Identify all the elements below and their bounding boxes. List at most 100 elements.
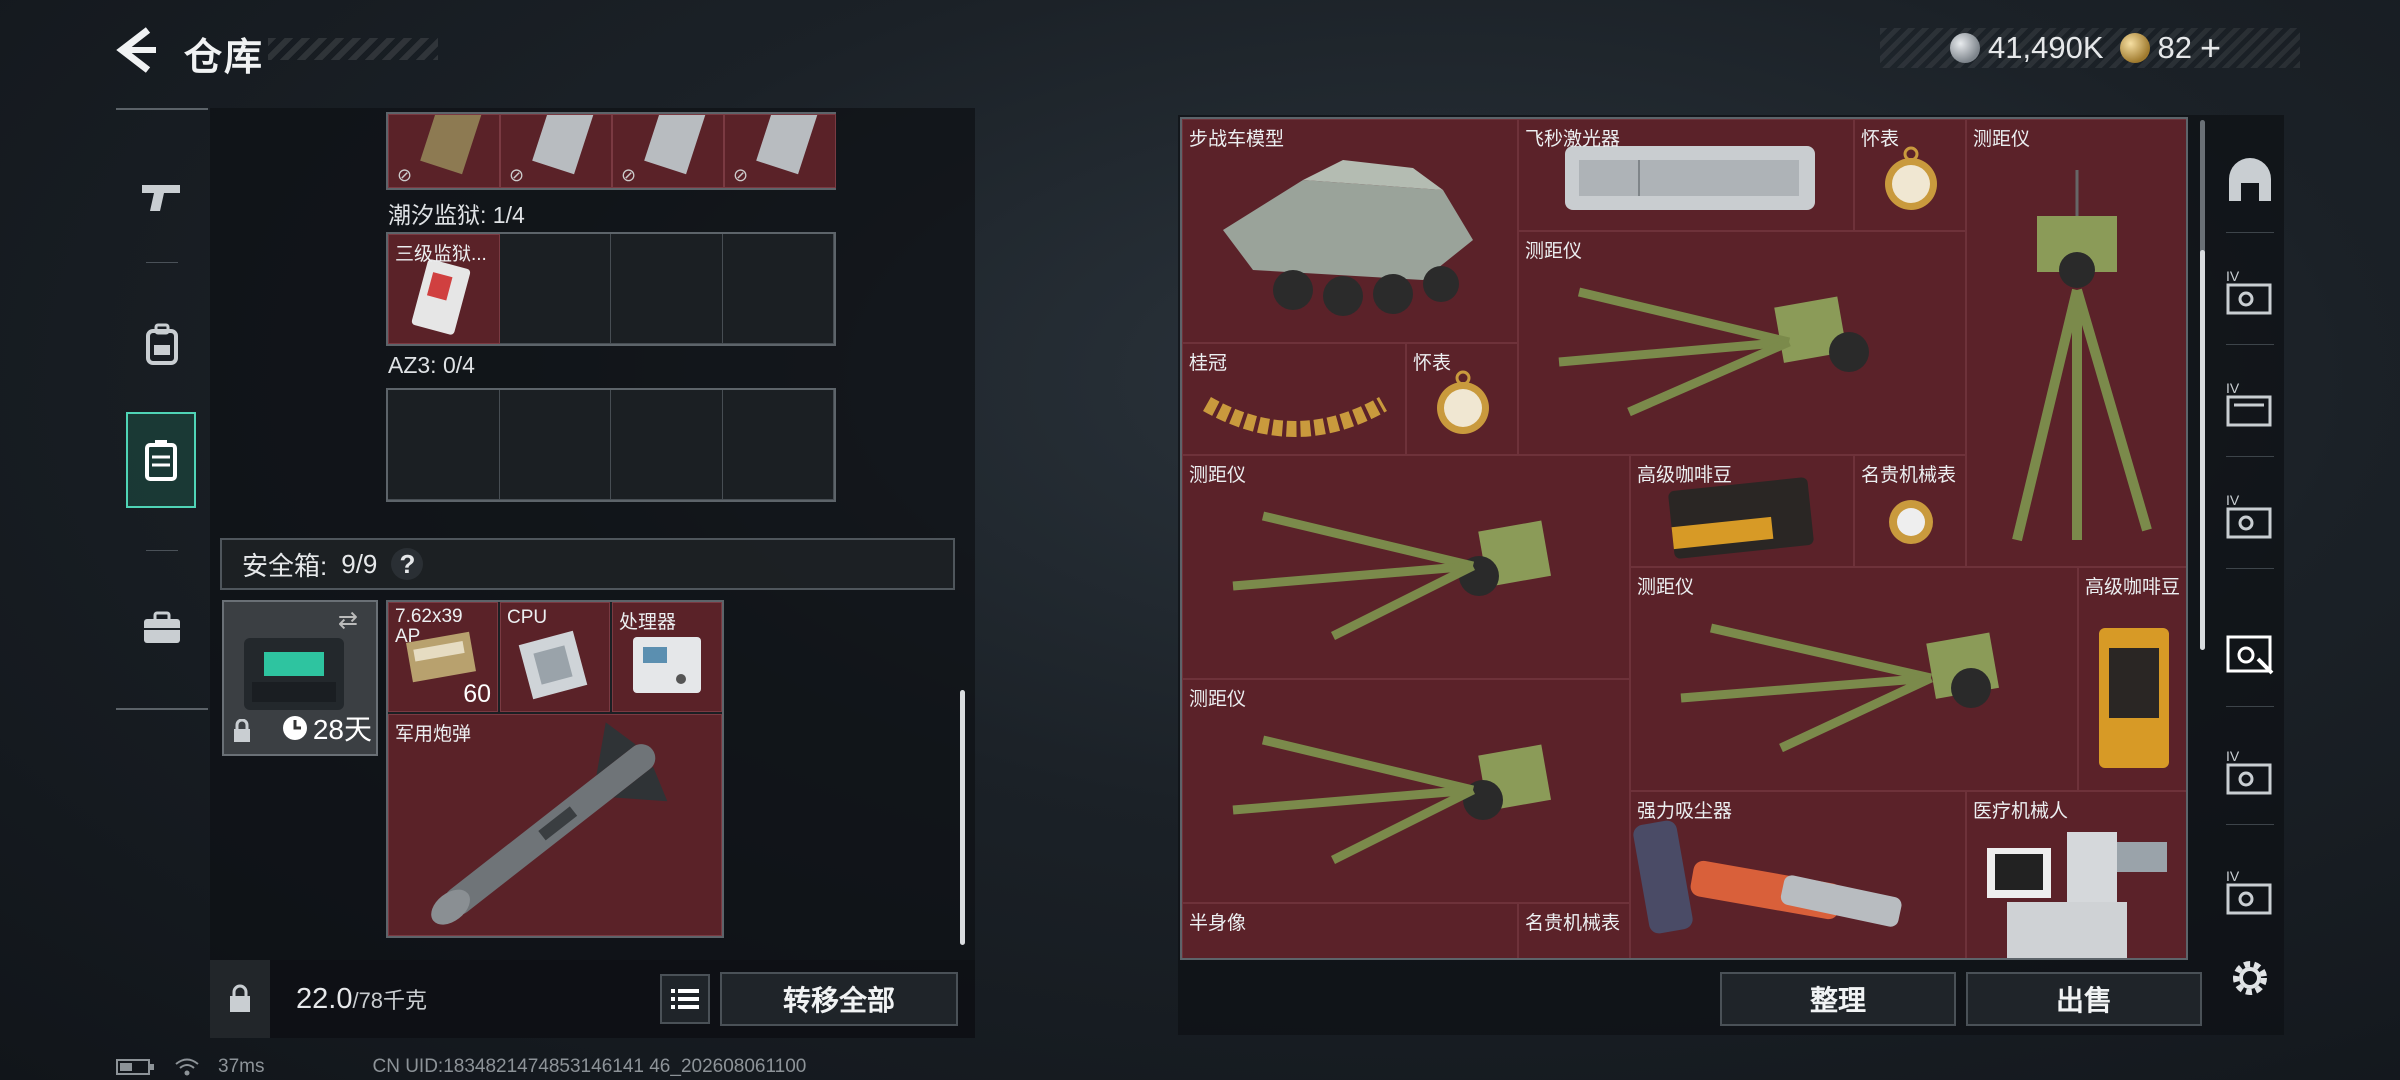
status-bar: 37ms CN UID:1834821474853146141 46_20260… bbox=[116, 1056, 806, 1078]
stash-tab-2[interactable]: IV bbox=[2210, 246, 2290, 338]
rail-item-safe-case[interactable] bbox=[126, 412, 196, 508]
tide-prison-keycard[interactable]: 三级监狱... bbox=[388, 234, 500, 344]
svg-text:IV: IV bbox=[2226, 868, 2240, 884]
svg-text:IV: IV bbox=[2226, 748, 2240, 764]
stash-tab-3[interactable]: IV bbox=[2210, 358, 2290, 450]
safe-box-header: 安全箱: 9/9 ? bbox=[220, 538, 955, 590]
rail-item-backpack[interactable] bbox=[116, 296, 208, 392]
tidy-button[interactable]: 整理 bbox=[1720, 972, 1956, 1026]
gold-amount: 82 bbox=[2157, 30, 2192, 65]
safe-box-count: 9/9 bbox=[341, 548, 378, 579]
missile-item[interactable]: 军用炮弹 bbox=[388, 714, 722, 936]
svg-text:IV: IV bbox=[2226, 268, 2240, 284]
safe-box-label: 安全箱: bbox=[242, 550, 328, 581]
case-iv-icon: IV bbox=[2226, 380, 2272, 427]
case-iv-icon: IV bbox=[2226, 492, 2272, 539]
transfer-all-button[interactable]: 转移全部 bbox=[720, 972, 958, 1026]
dome-icon bbox=[2229, 158, 2271, 201]
stash-item-bust[interactable]: 半身像 bbox=[1182, 903, 1518, 958]
list-view-button[interactable] bbox=[660, 974, 710, 1024]
list-icon bbox=[671, 989, 699, 1009]
stash-item-pocket-watch[interactable]: 怀表 bbox=[1406, 343, 1518, 455]
case-iv-icon: IV bbox=[2226, 268, 2272, 315]
gold-coin-icon bbox=[2119, 33, 2150, 63]
svg-text:⊘: ⊘ bbox=[509, 165, 524, 185]
stash-tab-5-active[interactable] bbox=[2210, 608, 2290, 700]
keycard-item[interactable]: ⊘ bbox=[500, 114, 612, 188]
svg-text:⊘: ⊘ bbox=[733, 165, 748, 185]
stash-scrollbar[interactable] bbox=[2200, 250, 2205, 650]
loadout-scrollbar[interactable] bbox=[960, 690, 965, 945]
stash-tab-7[interactable]: IV bbox=[2210, 846, 2290, 938]
case-iv-icon: IV bbox=[2226, 748, 2272, 795]
processor-item[interactable]: 处理器 bbox=[612, 602, 722, 712]
ping-readout: 37ms bbox=[218, 1056, 265, 1077]
backpack-icon bbox=[146, 323, 178, 365]
stash-item-coffee-beans[interactable]: 高级咖啡豆 bbox=[1630, 455, 1854, 567]
add-currency-button[interactable]: + bbox=[2200, 27, 2221, 69]
uid-readout: CN UID:1834821474853146141 46_2026080611… bbox=[372, 1056, 807, 1077]
back-arrow-icon bbox=[116, 27, 156, 73]
briefcase-icon bbox=[144, 611, 180, 643]
keycard-item[interactable]: ⊘ bbox=[724, 114, 836, 188]
lock-icon bbox=[232, 718, 252, 748]
case-active-icon bbox=[2226, 635, 2274, 675]
wifi-icon bbox=[175, 1058, 199, 1076]
page-title: 仓库 bbox=[184, 37, 265, 79]
ammo-item[interactable]: 7.62x39 AP 60 bbox=[388, 602, 498, 712]
back-button[interactable] bbox=[112, 24, 164, 76]
stash-item-rangefinder[interactable]: 测距仪 bbox=[1182, 679, 1630, 903]
weight-lock-button[interactable] bbox=[210, 960, 270, 1038]
silver-amount: 41,490K bbox=[1988, 30, 2104, 65]
svg-text:⊘: ⊘ bbox=[621, 165, 636, 185]
rail-item-briefcase[interactable] bbox=[116, 580, 208, 676]
stash-tab-main[interactable] bbox=[2210, 134, 2290, 226]
gear-icon bbox=[2233, 961, 2267, 995]
safe-box-duration: 28天 bbox=[281, 708, 372, 748]
stash-item-pocket-watch[interactable]: 怀表 bbox=[1854, 119, 1966, 231]
pistol-icon bbox=[142, 185, 180, 211]
stash-tab-6[interactable]: IV bbox=[2210, 726, 2290, 818]
az3-grid bbox=[386, 388, 836, 502]
cpu-item[interactable]: CPU bbox=[500, 602, 610, 712]
settings-button[interactable] bbox=[2210, 950, 2290, 1006]
sell-button[interactable]: 出售 bbox=[1966, 972, 2202, 1026]
safe-box-slot[interactable]: ⇄ 28天 bbox=[222, 600, 378, 756]
battery-icon bbox=[116, 1059, 154, 1075]
tide-prison-label: 潮汐监狱: 1/4 bbox=[388, 202, 525, 228]
clock-icon bbox=[282, 716, 307, 740]
rail-item-weapons[interactable] bbox=[116, 150, 208, 246]
title-decoration bbox=[268, 38, 438, 60]
keycard-item[interactable]: ⊘ bbox=[388, 114, 500, 188]
stash-item-luxury-watch[interactable]: 名贵机械表 bbox=[1518, 903, 1630, 958]
currency-bar: 41,490K 82 + bbox=[1880, 27, 2300, 69]
svg-text:⇄: ⇄ bbox=[338, 607, 358, 634]
silver-coin-icon bbox=[1950, 33, 1980, 63]
svg-text:IV: IV bbox=[2226, 380, 2240, 396]
safe-case-icon bbox=[145, 440, 177, 481]
stash-item-femtosecond-laser[interactable]: 飞秒激光器 bbox=[1518, 119, 1854, 231]
stash-item-ifv-model[interactable]: 步战车模型 bbox=[1182, 119, 1518, 343]
weight-readout: 22.0/78千克 bbox=[296, 982, 428, 1015]
stash-item-coffee-beans[interactable]: 高级咖啡豆 bbox=[2078, 567, 2186, 791]
az3-label: AZ3: 0/4 bbox=[388, 352, 475, 378]
stash-item-rangefinder[interactable]: 测距仪 bbox=[1630, 567, 2078, 791]
stash-item-vacuum-cleaner[interactable]: 强力吸尘器 bbox=[1630, 791, 1966, 958]
currency-silver: 41,490K bbox=[1950, 30, 2104, 66]
keycard-row: ⊘ ⊘ ⊘ ⊘ bbox=[386, 112, 836, 190]
stash-item-rangefinder-tall[interactable]: 测距仪 bbox=[1966, 119, 2186, 567]
stash-item-rangefinder[interactable]: 测距仪 bbox=[1182, 455, 1630, 679]
stash-item-medical-robot[interactable]: 医疗机械人 bbox=[1966, 791, 2186, 958]
help-button[interactable]: ? bbox=[391, 548, 424, 580]
currency-gold[interactable]: 82 + bbox=[2119, 27, 2221, 69]
category-rail bbox=[116, 108, 208, 710]
weight-bar: 22.0/78千克 转移全部 bbox=[210, 960, 975, 1038]
case-iv-icon: IV bbox=[2226, 868, 2272, 915]
stash-item-rangefinder[interactable]: 测距仪 bbox=[1518, 231, 1966, 455]
stash-item-luxury-watch[interactable]: 名贵机械表 bbox=[1854, 455, 1966, 567]
stash-item-laurel-crown[interactable]: 桂冠 bbox=[1182, 343, 1406, 455]
stash-tab-4[interactable]: IV bbox=[2210, 470, 2290, 562]
keycard-item[interactable]: ⊘ bbox=[612, 114, 724, 188]
stash-grid: 步战车模型 飞秒激光器 怀表 测距仪 测距仪 桂冠 怀表 测距仪 高级咖啡豆 名… bbox=[1180, 117, 2188, 960]
svg-text:⊘: ⊘ bbox=[397, 165, 412, 185]
